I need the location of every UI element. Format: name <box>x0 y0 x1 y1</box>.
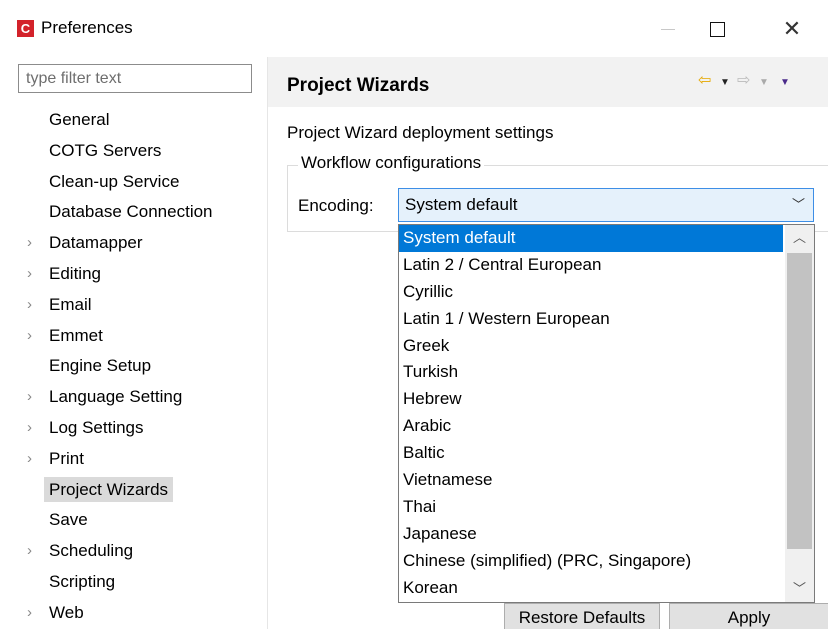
sidebar-item-web[interactable]: › Web <box>0 598 267 629</box>
encoding-option[interactable]: Korean <box>399 575 783 602</box>
back-arrow-icon[interactable]: ⇦ <box>698 70 711 90</box>
app-logo-icon: C <box>17 20 34 37</box>
group-label: Workflow configurations <box>298 153 485 173</box>
sidebar-item-label: Project Wizards <box>44 476 174 502</box>
sidebar-item-general[interactable]: General <box>0 105 267 136</box>
encoding-option[interactable]: Greek <box>399 333 783 360</box>
window-title: Preferences <box>41 18 133 37</box>
chevron-right-icon[interactable]: › <box>27 259 32 290</box>
sidebar-item-label: Email <box>49 294 92 314</box>
encoding-option[interactable]: Cyrillic <box>399 279 783 306</box>
encoding-label: Encoding: <box>298 196 374 215</box>
sidebar-item-cotg-servers[interactable]: COTG Servers <box>0 136 267 167</box>
encoding-option[interactable]: Turkish <box>399 359 783 386</box>
chevron-right-icon[interactable]: › <box>27 413 32 444</box>
page-title: Project Wizards <box>287 75 430 96</box>
encoding-select[interactable]: System default ﹀ <box>398 188 814 222</box>
sidebar-item-label: Log Settings <box>49 417 144 437</box>
encoding-option[interactable]: Latin 1 / Western European <box>399 306 783 333</box>
encoding-select-value: System default <box>405 195 518 214</box>
chevron-right-icon[interactable]: › <box>27 321 32 352</box>
encoding-option[interactable]: Arabic <box>399 413 783 440</box>
encoding-option[interactable]: Vietnamese <box>399 467 783 494</box>
sidebar-item-label: COTG Servers <box>49 140 162 160</box>
page-description: Project Wizard deployment settings <box>287 123 554 142</box>
sidebar-item-scheduling[interactable]: › Scheduling <box>0 536 267 567</box>
sidebar-item-label: Save <box>49 510 88 530</box>
chevron-right-icon[interactable]: › <box>27 444 32 475</box>
maximize-icon <box>709 21 725 37</box>
sidebar-item-language-setting[interactable]: › Language Setting <box>0 382 267 413</box>
page-header: Project Wizards ⇦ ▼ ⇨ ▼ ▼ <box>268 57 828 107</box>
sidebar-item-label: Scheduling <box>49 541 134 561</box>
sidebar-item-print[interactable]: › Print <box>0 444 267 475</box>
restore-defaults-button[interactable]: Restore Defaults <box>504 603 660 629</box>
sidebar-item-label: Emmet <box>49 325 103 345</box>
apply-button[interactable]: Apply <box>669 603 828 629</box>
chevron-right-icon[interactable]: › <box>27 598 32 629</box>
chevron-right-icon[interactable]: › <box>27 290 32 321</box>
sidebar-item-engine-setup[interactable]: Engine Setup <box>0 351 267 382</box>
close-icon: ✕ <box>782 16 802 41</box>
sidebar-item-label: Clean-up Service <box>49 171 180 191</box>
sidebar-item-label: Datamapper <box>49 233 143 253</box>
sidebar-item-label: Web <box>49 602 84 622</box>
encoding-options: System default Latin 2 / Central European… <box>399 225 783 601</box>
filter-input[interactable]: type filter text <box>18 64 252 93</box>
encoding-option[interactable]: Thai <box>399 494 783 521</box>
chevron-down-icon: ﹀ <box>791 197 805 212</box>
sidebar-item-editing[interactable]: › Editing <box>0 259 267 290</box>
minimize-button[interactable] <box>648 12 688 46</box>
encoding-option[interactable]: Hebrew <box>399 386 783 413</box>
preferences-tree: General COTG Servers Clean-up Service Datab… <box>0 105 267 629</box>
encoding-option[interactable]: Latin 2 / Central European <box>399 252 783 279</box>
encoding-option[interactable]: Japanese <box>399 521 783 548</box>
scroll-down-icon[interactable]: ﹀ <box>785 576 814 602</box>
sidebar-item-label: Print <box>49 448 84 468</box>
sidebar-item-datamapper[interactable]: › Datamapper <box>0 228 267 259</box>
sidebar-item-log-settings[interactable]: › Log Settings <box>0 413 267 444</box>
title-bar: C Preferences ✕ <box>0 0 828 57</box>
sidebar-item-save[interactable]: Save <box>0 505 267 536</box>
sidebar-item-label: Database Connection <box>49 202 213 222</box>
sidebar-item-label: Engine Setup <box>49 356 152 376</box>
chevron-right-icon[interactable]: › <box>27 536 32 567</box>
sidebar-item-label: Editing <box>49 263 101 283</box>
encoding-option[interactable]: Chinese (simplified) (PRC, Singapore) <box>399 548 783 575</box>
forward-history-dropdown-icon[interactable]: ▼ <box>759 77 769 88</box>
sidebar-item-label: Language Setting <box>49 387 183 407</box>
maximize-button[interactable] <box>697 12 737 46</box>
sidebar-item-database-connection[interactable]: Database Connection <box>0 197 267 228</box>
sidebar-item-project-wizards[interactable]: Project Wizards <box>0 475 267 506</box>
sidebar-item-label: General <box>49 110 110 129</box>
close-button[interactable]: ✕ <box>772 12 812 46</box>
view-menu-icon[interactable]: ▼ <box>780 77 790 88</box>
encoding-option[interactable]: Baltic <box>399 440 783 467</box>
minimize-icon <box>661 28 675 30</box>
sidebar-item-clean-up-service[interactable]: Clean-up Service <box>0 167 267 198</box>
scrollbar-thumb[interactable] <box>787 253 812 549</box>
sidebar-item-emmet[interactable]: › Emmet <box>0 321 267 352</box>
sidebar-item-email[interactable]: › Email <box>0 290 267 321</box>
encoding-option[interactable]: System default <box>399 225 783 252</box>
scroll-up-icon[interactable]: ︿ <box>785 225 814 251</box>
sidebar-item-scripting[interactable]: Scripting <box>0 567 267 598</box>
encoding-dropdown-list: System default Latin 2 / Central European… <box>398 224 815 603</box>
sidebar-item-label: Scripting <box>49 571 116 591</box>
back-history-dropdown-icon[interactable]: ▼ <box>720 77 730 88</box>
dropdown-scrollbar[interactable]: ︿ ﹀ <box>785 225 814 602</box>
forward-arrow-icon[interactable]: ⇨ <box>737 70 750 90</box>
preferences-sidebar: type filter text General COTG Servers Clea… <box>0 57 267 629</box>
chevron-right-icon[interactable]: › <box>27 382 32 413</box>
chevron-right-icon[interactable]: › <box>27 228 32 259</box>
